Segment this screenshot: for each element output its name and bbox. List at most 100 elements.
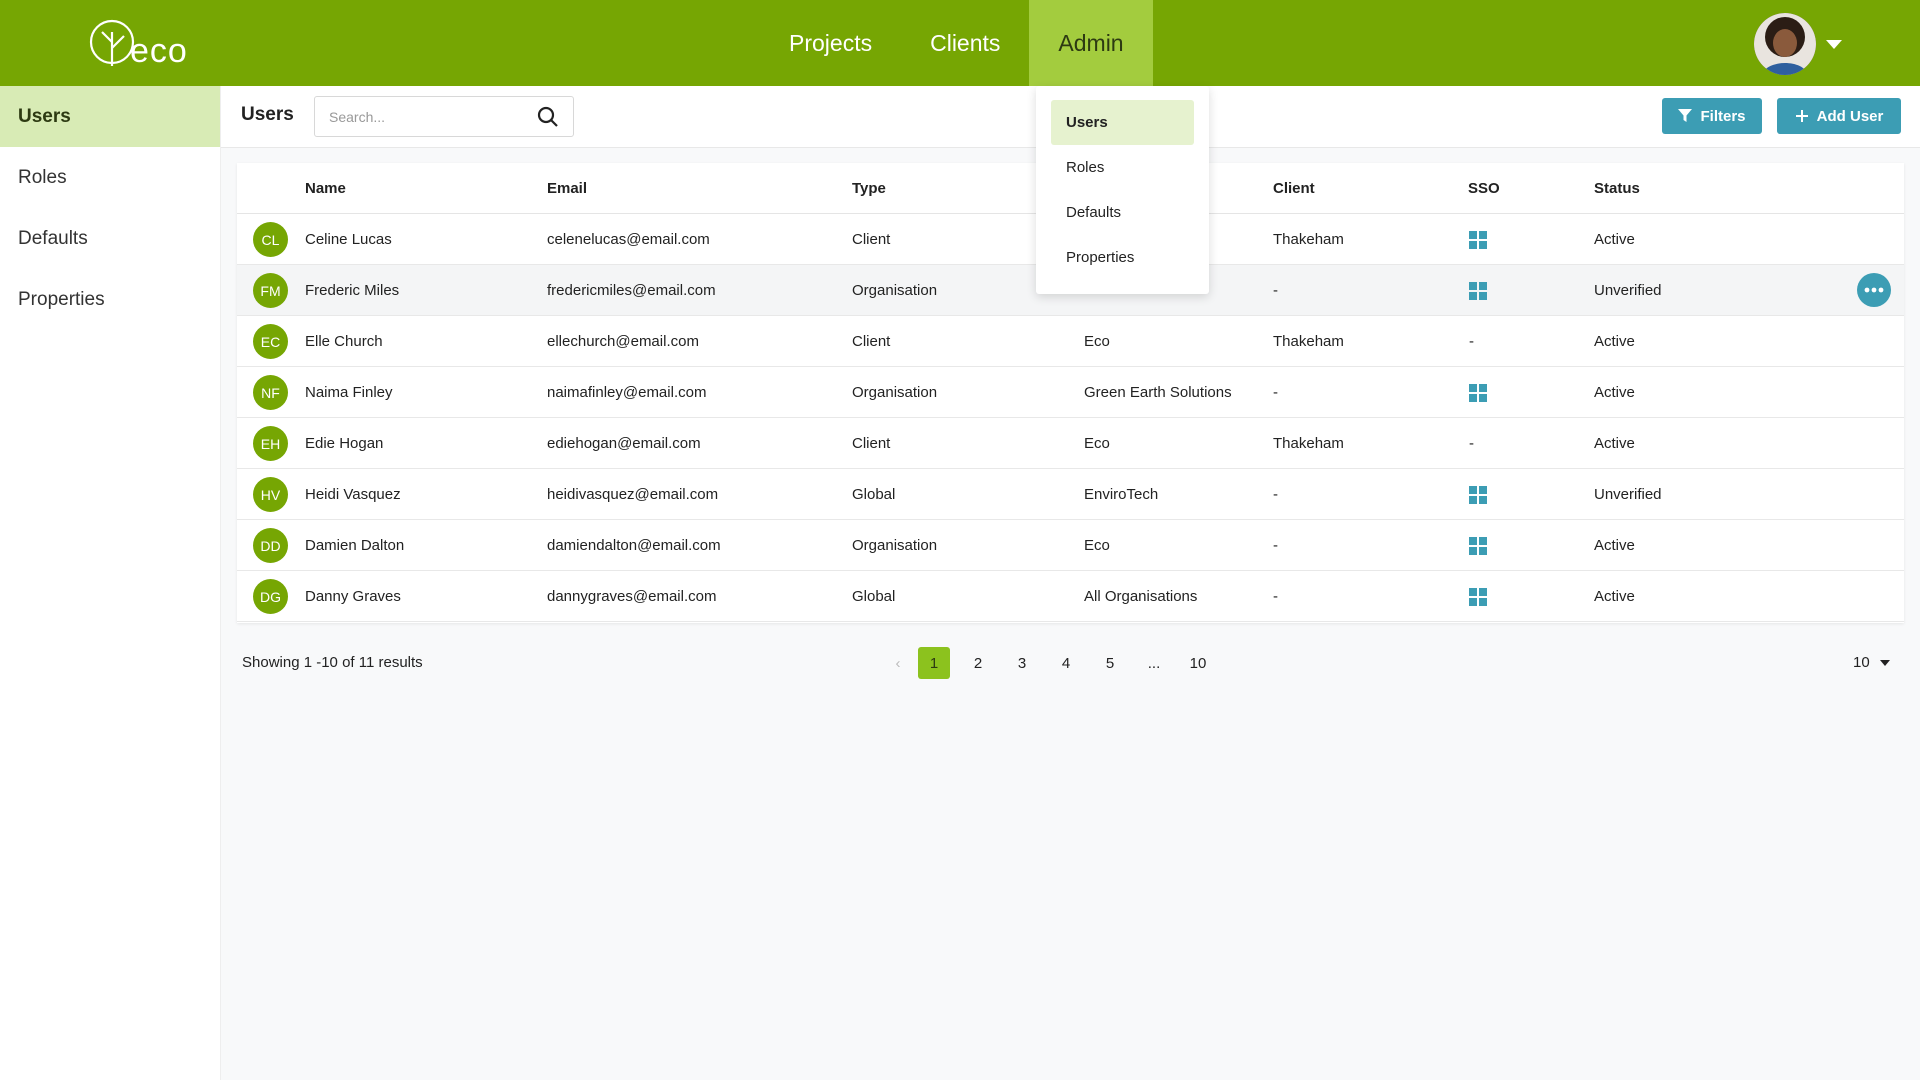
windows-sso-icon <box>1469 537 1487 555</box>
search-box <box>314 96 574 137</box>
page-button-2[interactable]: 2 <box>962 647 994 679</box>
nav-admin[interactable]: Admin <box>1029 0 1153 86</box>
table-row[interactable]: NF Naima Finley naimafinley@email.com Organ… <box>237 367 1904 418</box>
user-initials-avatar: HV <box>253 477 288 512</box>
sidebar: Users Roles Defaults Properties <box>0 86 221 1080</box>
cell-name: Celine Lucas <box>305 231 392 248</box>
sidebar-item-properties[interactable]: Properties <box>0 269 220 330</box>
cell-organisation: EnviroTech <box>1084 486 1159 503</box>
page-button-4[interactable]: 4 <box>1050 647 1082 679</box>
cell-name: Frederic Miles <box>305 282 400 299</box>
pagination: ‹ 1 2 3 4 5 ... 10 <box>886 647 1226 679</box>
cell-status: Active <box>1594 435 1635 452</box>
cell-type: Client <box>852 231 891 248</box>
user-initials-avatar: NF <box>253 375 288 410</box>
cell-email: celenelucas@email.com <box>547 231 710 248</box>
page-button-10[interactable]: 10 <box>1182 647 1214 679</box>
cell-email: fredericmiles@email.com <box>547 282 716 299</box>
page-ellipsis: ... <box>1147 654 1161 672</box>
table-row[interactable]: DG Danny Graves dannygraves@email.com Globa… <box>237 571 1904 622</box>
cell-organisation: Eco <box>1084 333 1110 350</box>
user-initials-avatar: EC <box>253 324 288 359</box>
windows-sso-icon <box>1469 588 1487 606</box>
add-user-button-label: Add User <box>1816 107 1884 125</box>
cell-client: - <box>1273 537 1278 554</box>
top-bar: eco Projects Clients Admin <box>0 0 1920 86</box>
results-summary: Showing 1 -10 of 11 results <box>242 654 423 671</box>
admin-menu-properties[interactable]: Properties <box>1051 235 1194 280</box>
cell-client: - <box>1273 384 1278 401</box>
user-initials-avatar: DG <box>253 579 288 614</box>
header-sso[interactable]: SSO <box>1468 180 1500 197</box>
admin-menu-roles[interactable]: Roles <box>1051 145 1194 190</box>
search-input[interactable] <box>329 97 529 136</box>
header-name[interactable]: Name <box>305 180 346 197</box>
sidebar-item-defaults[interactable]: Defaults <box>0 208 220 269</box>
windows-sso-icon <box>1469 384 1487 402</box>
cell-name: Elle Church <box>305 333 383 350</box>
sidebar-item-roles[interactable]: Roles <box>0 147 220 208</box>
cell-client: Thakeham <box>1273 333 1344 350</box>
page-title: Users <box>241 104 294 125</box>
nav-projects[interactable]: Projects <box>760 0 901 86</box>
per-page-value: 10 <box>1853 654 1870 671</box>
cell-email: ellechurch@email.com <box>547 333 699 350</box>
cell-organisation: Eco <box>1084 537 1110 554</box>
cell-name: Danny Graves <box>305 588 401 605</box>
page-button-1[interactable]: 1 <box>918 647 950 679</box>
account-menu-caret-icon[interactable] <box>1826 40 1842 49</box>
chevron-down-icon <box>1879 659 1890 666</box>
cell-client: Thakeham <box>1273 435 1344 452</box>
plus-icon <box>1795 110 1808 122</box>
cell-name: Damien Dalton <box>305 537 405 554</box>
main-nav: Projects Clients Admin <box>760 0 1153 86</box>
cell-email: damiendalton@email.com <box>547 537 721 554</box>
cell-type: Global <box>852 486 896 503</box>
page-button-3[interactable]: 3 <box>1006 647 1038 679</box>
cell-email: naimafinley@email.com <box>547 384 707 401</box>
cell-type: Client <box>852 435 891 452</box>
page-button-5[interactable]: 5 <box>1094 647 1126 679</box>
header-client[interactable]: Client <box>1273 180 1315 197</box>
cell-status: Unverified <box>1594 282 1662 299</box>
sidebar-item-users[interactable]: Users <box>0 86 220 147</box>
filter-icon <box>1678 109 1693 122</box>
header-email[interactable]: Email <box>547 180 587 197</box>
prev-page-button[interactable]: ‹ <box>886 647 910 679</box>
row-actions-button[interactable] <box>1857 273 1891 307</box>
cell-type: Client <box>852 333 891 350</box>
eco-logo[interactable]: eco <box>88 14 188 70</box>
table-row[interactable]: DD Damien Dalton damiendalton@email.com Org… <box>237 520 1904 571</box>
per-page-select[interactable]: 10 <box>1853 654 1890 671</box>
search-icon[interactable] <box>537 106 559 128</box>
table-row[interactable]: HV Heidi Vasquez heidivasquez@email.com Glo… <box>237 469 1904 520</box>
user-avatar[interactable] <box>1754 13 1816 75</box>
table-row[interactable]: EH Edie Hogan ediehogan@email.com Client Eco… <box>237 418 1904 469</box>
cell-email: dannygraves@email.com <box>547 588 717 605</box>
filters-button[interactable]: Filters <box>1662 98 1762 134</box>
user-initials-avatar: EH <box>253 426 288 461</box>
header-status[interactable]: Status <box>1594 180 1640 197</box>
add-user-button[interactable]: Add User <box>1777 98 1901 134</box>
user-initials-avatar: CL <box>253 222 288 257</box>
cell-client: Thakeham <box>1273 231 1344 248</box>
cell-email: ediehogan@email.com <box>547 435 701 452</box>
more-dots-icon <box>1864 287 1884 293</box>
cell-email: heidivasquez@email.com <box>547 486 719 503</box>
nav-clients[interactable]: Clients <box>901 0 1029 86</box>
cell-client: - <box>1273 588 1278 605</box>
header-type[interactable]: Type <box>852 180 886 197</box>
cell-type: Global <box>852 588 896 605</box>
cell-name: Naima Finley <box>305 384 393 401</box>
cell-type: Organisation <box>852 537 938 554</box>
admin-menu-users[interactable]: Users <box>1051 100 1194 145</box>
table-row[interactable]: EC Elle Church ellechurch@email.com Client E… <box>237 316 1904 367</box>
cell-status: Active <box>1594 537 1635 554</box>
cell-sso: - <box>1469 333 1474 350</box>
windows-sso-icon <box>1469 231 1487 249</box>
logo-text: eco <box>130 32 188 70</box>
cell-type: Organisation <box>852 282 938 299</box>
admin-menu-defaults[interactable]: Defaults <box>1051 190 1194 235</box>
cell-client: - <box>1273 282 1278 299</box>
user-initials-avatar: DD <box>253 528 288 563</box>
